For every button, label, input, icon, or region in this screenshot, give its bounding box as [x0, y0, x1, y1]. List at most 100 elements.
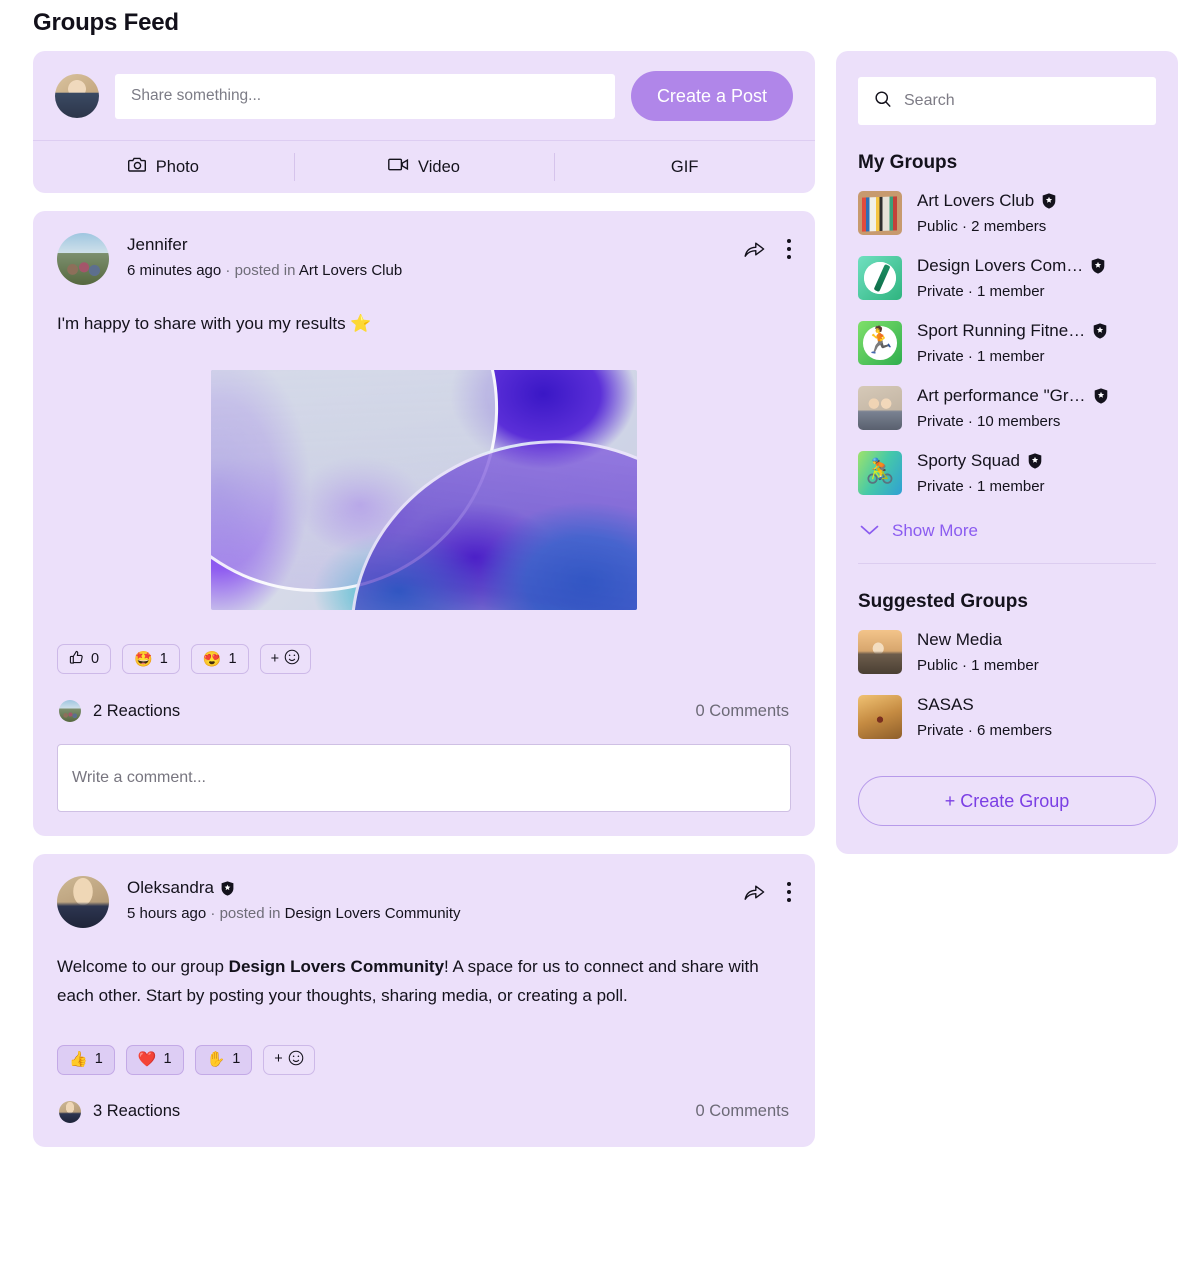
comment-input-wrapper[interactable] — [57, 744, 791, 813]
group-name: SASAS — [917, 695, 974, 714]
photo-label: Photo — [155, 157, 199, 176]
reaction-star-struck[interactable]: 🤩 1 — [122, 644, 180, 675]
create-post-button[interactable]: Create a Post — [630, 71, 793, 121]
more-options-icon[interactable] — [787, 882, 791, 903]
post-image[interactable] — [211, 370, 637, 611]
group-list-item[interactable]: Art performance "Gr… Private · 10 member… — [858, 375, 1156, 440]
page-title: Groups Feed — [33, 9, 179, 36]
post-separator: · — [210, 905, 216, 923]
avatar — [59, 700, 81, 723]
reaction-count: 0 — [91, 650, 100, 667]
avatar[interactable] — [57, 233, 109, 285]
plus-label: + — [274, 1051, 283, 1068]
group-thumbnail — [858, 191, 902, 235]
group-name-row: Sport Running Fitne… — [917, 321, 1156, 341]
group-name: Sporty Squad — [917, 451, 1021, 470]
comments-count-label[interactable]: 0 Comments — [695, 1102, 789, 1121]
verified-badge-icon — [221, 881, 234, 896]
post-group-link[interactable]: Design Lovers Community — [285, 905, 461, 922]
share-something-input[interactable] — [115, 73, 615, 119]
verified-badge-icon — [1028, 453, 1042, 469]
reactions-count-label[interactable]: 2 Reactions — [93, 702, 180, 721]
video-label: Video — [418, 157, 460, 176]
reaction-thumbs-up[interactable]: 0 — [57, 644, 112, 675]
post-card: Jennifer 6 minutes ago · posted in Art L… — [33, 211, 815, 837]
group-meta: Private · 1 member — [917, 478, 1045, 495]
reaction-count: 1 — [94, 1051, 103, 1068]
add-video-button[interactable]: Video — [293, 141, 555, 193]
group-name-row: Art Lovers Club — [917, 191, 1156, 211]
post-card: Oleksandra 5 hours ago · posted in Desig — [33, 854, 815, 1147]
post-separator: · — [225, 262, 231, 279]
group-info: Sport Running Fitne… Private · 1 member — [917, 321, 1156, 365]
group-name-row: Design Lovers Com… — [917, 256, 1156, 276]
group-list-item[interactable]: Design Lovers Com… Private · 1 member — [858, 245, 1156, 310]
group-list-item[interactable]: Sporty Squad Private · 1 member — [858, 440, 1156, 505]
add-reaction-button[interactable]: + — [259, 644, 312, 675]
post-header: Oleksandra 5 hours ago · posted in Desig — [57, 876, 791, 929]
avatar — [59, 1100, 81, 1123]
post-subtitle: 5 hours ago · posted in Design Lovers Co… — [127, 905, 726, 922]
comment-input[interactable] — [72, 769, 776, 788]
star-struck-icon: 🤩 — [134, 650, 153, 668]
reaction-summary-left: 2 Reactions — [59, 700, 180, 723]
group-thumbnail — [858, 321, 902, 365]
group-name: Sport Running Fitne… — [917, 321, 1086, 340]
show-more-groups-button[interactable]: Show More — [858, 505, 1156, 541]
avatar[interactable] — [55, 74, 99, 118]
comments-count-label[interactable]: 0 Comments — [695, 702, 789, 721]
posted-in-label: posted in — [219, 905, 281, 923]
group-list-item[interactable]: Art Lovers Club Public · 2 members — [858, 180, 1156, 245]
group-info: Art Lovers Club Public · 2 members — [917, 191, 1156, 235]
group-name: Art performance "Gr… — [917, 386, 1086, 405]
post-header: Jennifer 6 minutes ago · posted in Art L… — [57, 233, 791, 285]
reaction-summary-left: 3 Reactions — [59, 1100, 180, 1123]
group-meta: Private · 1 member — [917, 283, 1045, 300]
group-name-row: New Media — [917, 630, 1156, 650]
search-box[interactable] — [858, 77, 1156, 125]
create-group-button[interactable]: + Create Group — [858, 776, 1156, 826]
add-reaction-button[interactable]: + — [263, 1044, 315, 1075]
post-text-before: Welcome to our group — [57, 957, 229, 977]
post-time: 6 minutes ago — [127, 262, 222, 279]
reactions-count-label[interactable]: 3 Reactions — [93, 1102, 180, 1121]
group-thumbnail — [858, 386, 902, 430]
post-composer-card: Create a Post Photo — [33, 51, 815, 193]
share-icon[interactable] — [744, 883, 765, 901]
thumbs-up-outline-icon — [69, 650, 84, 668]
post-subtitle: 6 minutes ago · posted in Art Lovers Clu… — [127, 262, 726, 279]
group-list-item[interactable]: Sport Running Fitne… Private · 1 member — [858, 310, 1156, 375]
add-gif-button[interactable]: GIF — [554, 141, 815, 193]
search-input[interactable] — [904, 92, 1140, 110]
reaction-red-heart[interactable]: ❤️ 1 — [125, 1044, 184, 1075]
group-meta: Public · 1 member — [917, 657, 1039, 674]
post-author-name[interactable]: Oleksandra — [127, 878, 214, 898]
reaction-heart-eyes[interactable]: 😍 1 — [190, 644, 249, 675]
suggested-group-item[interactable]: New Media Public · 1 member — [858, 619, 1156, 684]
verified-badge-icon — [1091, 258, 1105, 274]
reaction-raised-hand[interactable]: ✋ 1 — [194, 1044, 253, 1075]
show-more-label: Show More — [892, 521, 978, 540]
share-icon[interactable] — [744, 240, 765, 258]
verified-badge-icon — [1042, 193, 1056, 209]
group-name-row: Art performance "Gr… — [917, 386, 1156, 406]
post-group-link[interactable]: Art Lovers Club — [299, 262, 402, 279]
verified-badge-icon — [1093, 323, 1107, 339]
reaction-thumbs-up[interactable]: 👍 1 — [57, 1044, 115, 1075]
reaction-bar: 👍 1 ❤️ 1 ✋ 1 + — [57, 1011, 791, 1075]
post-author-name[interactable]: Jennifer — [127, 235, 187, 255]
red-heart-icon: ❤️ — [137, 1051, 157, 1069]
suggested-group-item[interactable]: SASAS Private · 6 members — [858, 684, 1156, 749]
posted-in-label: posted in — [234, 262, 296, 279]
groups-sidebar-card: My Groups Art Lovers Club Public · 2 mem… — [836, 51, 1178, 854]
avatar[interactable] — [57, 876, 109, 929]
reaction-count: 1 — [232, 1051, 241, 1068]
composer-top-row: Create a Post — [33, 51, 815, 140]
gif-label: GIF — [670, 157, 699, 176]
more-options-icon[interactable] — [787, 239, 791, 259]
plus-label: + — [270, 650, 280, 667]
post-author-row: Oleksandra — [127, 878, 726, 898]
add-photo-button[interactable]: Photo — [33, 141, 294, 193]
post-bottom-spacer — [57, 812, 791, 836]
post-time: 5 hours ago — [127, 905, 207, 923]
